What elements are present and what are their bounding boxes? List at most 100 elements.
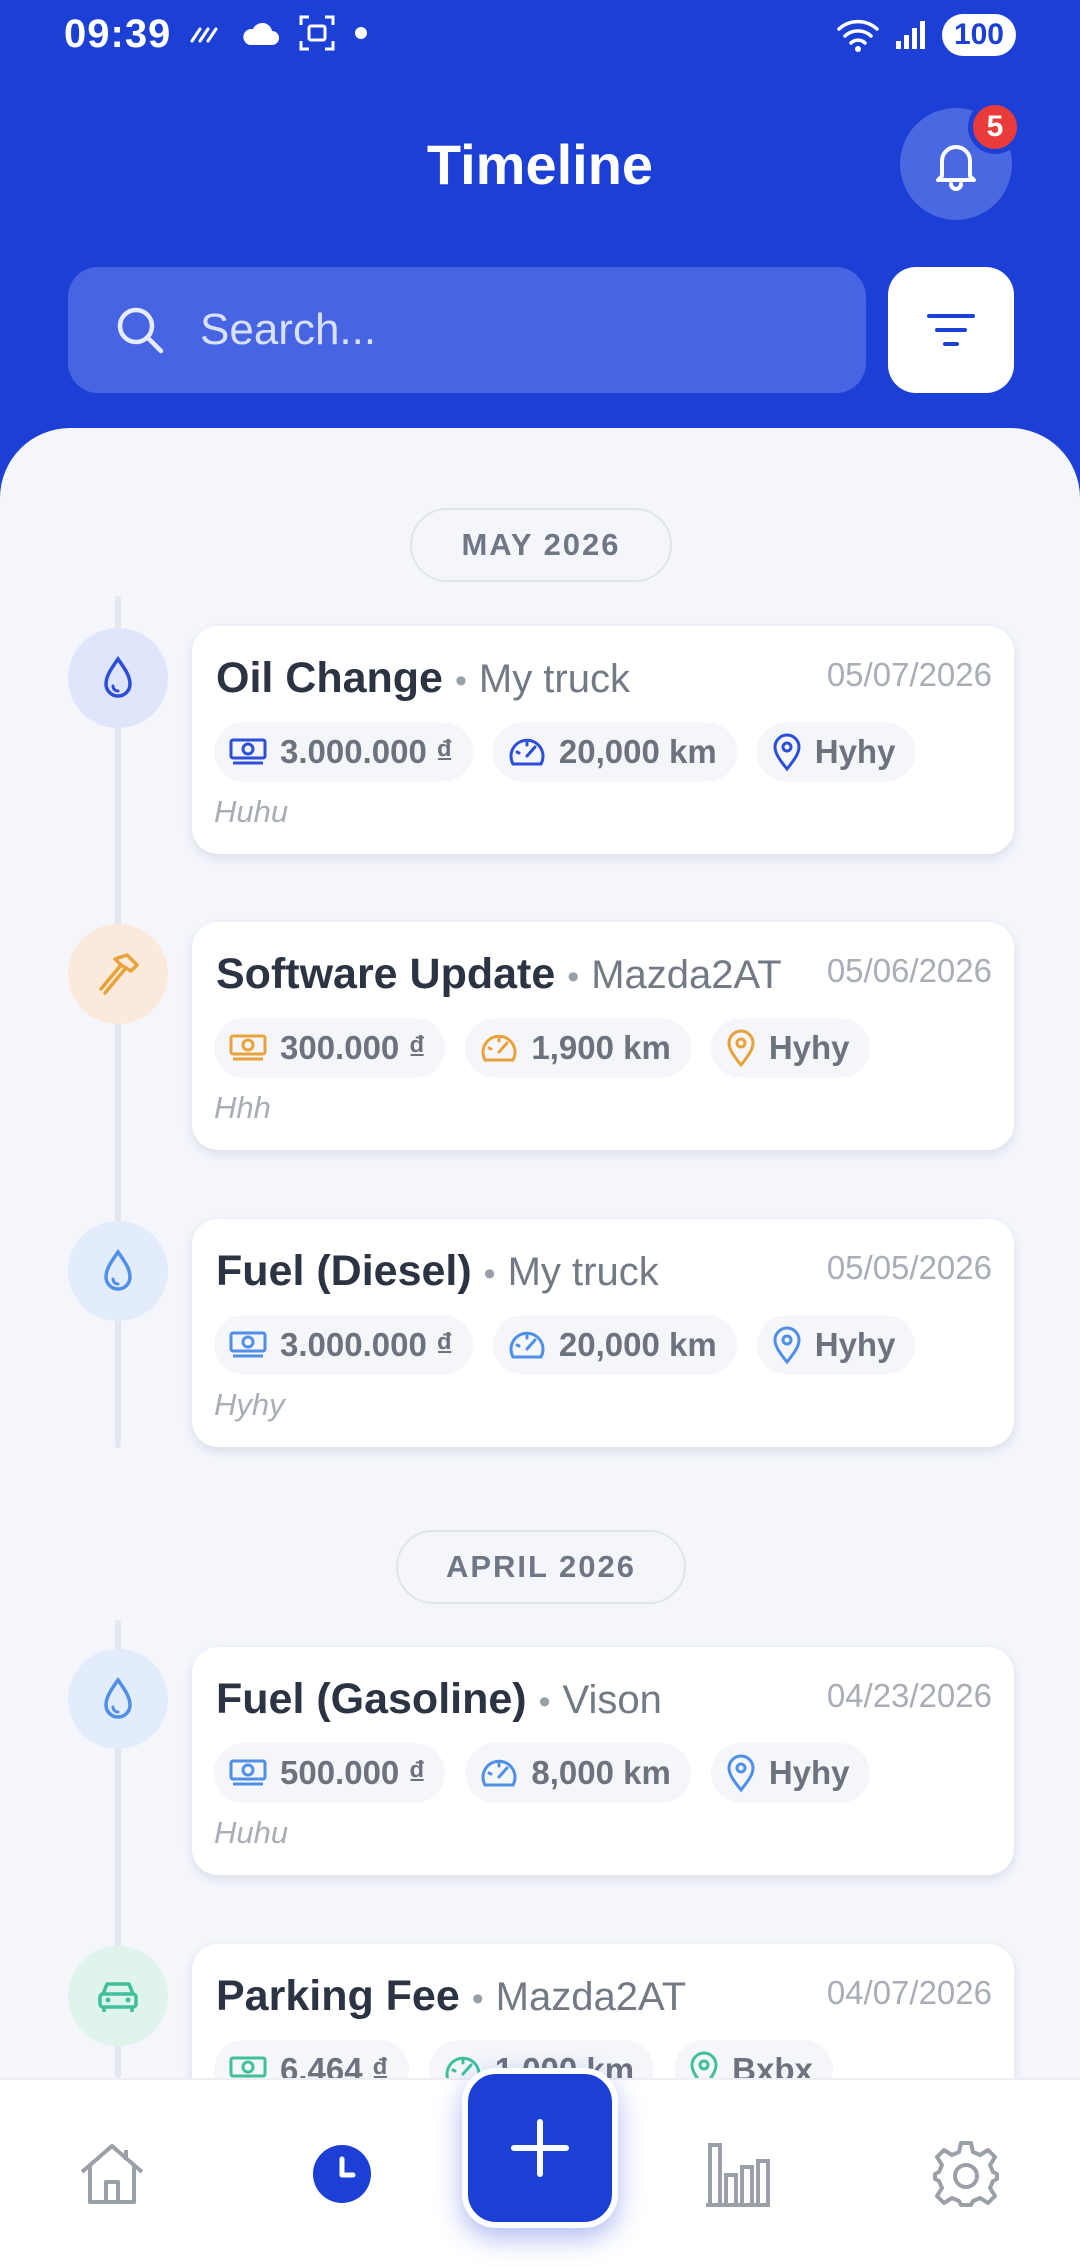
odometer-chip: 20,000 km: [492, 1315, 737, 1375]
nav-settings[interactable]: [858, 2080, 1074, 2266]
timeline-node: [68, 1221, 168, 1321]
entry-note: Hyhy: [214, 1387, 285, 1422]
wifi-icon: [837, 19, 879, 52]
odometer-chip: 8,000 km: [465, 1743, 691, 1803]
separator-dot: •: [471, 1980, 484, 2018]
entry-location: Bxbx: [732, 2051, 813, 2078]
speedometer-icon: [481, 1034, 517, 1062]
location-chip: Hyhy: [710, 1018, 870, 1078]
location-chip: Hyhy: [756, 722, 916, 782]
entry-date: 05/07/2026: [826, 656, 992, 693]
money-icon: [229, 1759, 267, 1786]
stats-bar-icon: [706, 2143, 770, 2207]
entry-vehicle: Mazda2AT: [495, 1975, 687, 2019]
cost-chip: 3.000.000 ₫: [214, 722, 473, 782]
entry-title: Oil Change: [216, 654, 443, 702]
status-bar: 09:39 100: [0, 0, 1080, 72]
odometer-chip: 1,900 km: [465, 1018, 691, 1078]
home-icon: [80, 2144, 144, 2204]
location-pin-icon: [690, 2051, 718, 2078]
entry-odometer: 20,000 km: [558, 1326, 717, 1363]
nav-stats[interactable]: [630, 2080, 846, 2266]
add-entry-button[interactable]: [462, 2068, 618, 2228]
timeline-entry-card[interactable]: Fuel (Gasoline) • Vison 04/23/2026 500.0…: [192, 1647, 1014, 1875]
month-header-may: MAY 2026: [410, 508, 672, 582]
money-icon: [229, 738, 267, 765]
entry-location: Hyhy: [768, 1029, 850, 1066]
location-pin-icon: [727, 1754, 755, 1793]
entry-location: Hyhy: [814, 1326, 896, 1363]
month-header-april: APRIL 2026: [396, 1530, 686, 1604]
odometer-chip: 20,000 km: [492, 722, 737, 782]
filter-icon: [927, 314, 975, 346]
dot-icon: [355, 27, 367, 39]
entry-cost: 3.000.000 ₫: [280, 1326, 453, 1363]
cost-chip: 300.000 ₫: [214, 1018, 446, 1078]
entry-odometer: 20,000 km: [558, 733, 717, 770]
timeline-sheet: MAY 2026 Oil Change • My truck 05/07/202…: [0, 428, 1080, 2078]
filter-button[interactable]: [888, 267, 1014, 393]
entry-title: Fuel (Gasoline): [216, 1675, 527, 1723]
timeline-entry-card[interactable]: Software Update • Mazda2AT 05/06/2026 30…: [192, 922, 1014, 1150]
entry-odometer: 8,000 km: [531, 1754, 671, 1791]
entry-title: Parking Fee: [216, 1972, 460, 2020]
entry-note: Hhh: [214, 1090, 271, 1125]
entry-vehicle: Vison: [562, 1678, 662, 1722]
status-right-icons: 100: [836, 14, 1016, 56]
screenshot-icon: [299, 15, 335, 51]
search-box[interactable]: [68, 267, 866, 393]
search-icon: [117, 307, 164, 354]
entry-date: 04/23/2026: [826, 1677, 992, 1714]
nav-home[interactable]: [4, 2080, 220, 2266]
notification-badge: 5: [968, 100, 1022, 154]
entry-title: Fuel (Diesel): [216, 1247, 472, 1295]
timeline-entry-card[interactable]: Oil Change • My truck 05/07/2026 3.000.0…: [192, 626, 1014, 854]
timeline-entry-card[interactable]: Fuel (Diesel) • My truck 05/05/2026 3.00…: [192, 1219, 1014, 1447]
timeline-node: [68, 1946, 168, 2046]
fuel-drop-icon: [104, 1676, 132, 1719]
separator-dot: •: [483, 1255, 496, 1293]
timeline-node: [68, 628, 168, 728]
nav-timeline[interactable]: [234, 2080, 450, 2266]
cost-chip: 6.464 ₫: [214, 2040, 409, 2078]
location-pin-icon: [773, 1326, 801, 1365]
money-icon: [229, 1034, 267, 1061]
entry-odometer: 1,900 km: [531, 1029, 671, 1066]
cost-chip: 500.000 ₫: [214, 1743, 446, 1803]
entry-cost: 300.000 ₫: [280, 1029, 426, 1066]
entry-note: Huhu: [214, 1815, 289, 1850]
location-chip: Hyhy: [756, 1315, 916, 1375]
hammer-icon: [99, 953, 139, 995]
status-time: 09:39: [64, 12, 172, 56]
timeline-entry-card[interactable]: Parking Fee • Mazda2AT 04/07/2026 6.464 …: [192, 1944, 1014, 2078]
location-pin-icon: [773, 733, 801, 772]
entry-note: Huhu: [214, 794, 289, 829]
entry-cost: 6.464 ₫: [280, 2051, 389, 2078]
money-icon: [229, 1331, 267, 1358]
speedometer-icon: [481, 1759, 517, 1787]
add-icon: [511, 2119, 569, 2177]
fuel-drop-icon: [104, 1248, 132, 1291]
oil-drop-icon: [104, 655, 132, 698]
search-input[interactable]: [200, 305, 800, 355]
signal-lines-icon: [190, 27, 218, 43]
status-left-icons: [188, 14, 368, 52]
separator-dot: •: [454, 662, 467, 700]
entry-vehicle: Mazda2AT: [591, 953, 782, 997]
entry-vehicle: My truck: [478, 657, 630, 701]
separator-dot: •: [538, 1683, 551, 1721]
speedometer-icon: [509, 1331, 545, 1359]
entry-vehicle: My truck: [507, 1250, 659, 1294]
entry-title: Software Update: [216, 950, 556, 998]
entry-date: 05/05/2026: [826, 1249, 992, 1286]
entry-date: 05/06/2026: [826, 952, 992, 989]
location-pin-icon: [727, 1029, 755, 1068]
car-icon: [98, 1982, 138, 2012]
entry-location: Hyhy: [768, 1754, 850, 1791]
cloud-icon: [243, 22, 279, 45]
speedometer-icon: [509, 738, 545, 766]
timeline-clock-icon: [313, 2145, 371, 2203]
entry-cost: 500.000 ₫: [280, 1754, 426, 1791]
entry-cost: 3.000.000 ₫: [280, 733, 453, 770]
battery-indicator: 100: [941, 14, 1016, 56]
